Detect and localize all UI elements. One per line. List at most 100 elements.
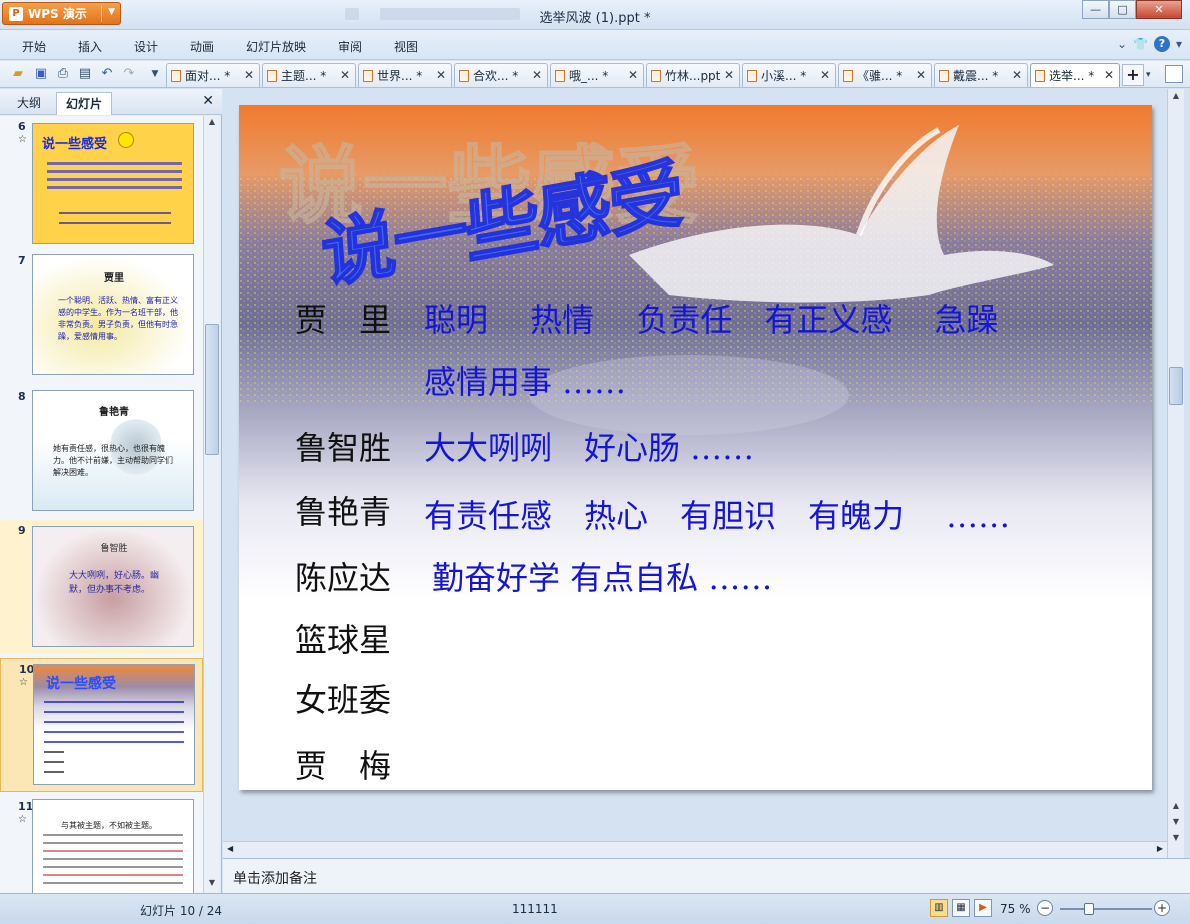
doc-tab[interactable]: 哦_... * ✕ bbox=[550, 63, 644, 87]
undo-icon[interactable]: ↶ bbox=[99, 66, 115, 82]
doc-tab[interactable]: 《骓... * ✕ bbox=[838, 63, 932, 87]
student-name-luzhisheng[interactable]: 鲁智胜 bbox=[295, 423, 391, 469]
student-name-jiali[interactable]: 贾 里 bbox=[295, 295, 391, 341]
normal-view-icon[interactable]: ▥ bbox=[930, 899, 948, 917]
menu-design[interactable]: 设计 bbox=[134, 38, 158, 55]
tab-outline[interactable]: 大纲 bbox=[8, 92, 50, 115]
print-preview-icon[interactable]: ▤ bbox=[77, 66, 93, 82]
ppt-file-icon bbox=[555, 69, 565, 82]
slideshow-play-icon[interactable]: ▶ bbox=[974, 899, 992, 917]
zoom-slider[interactable] bbox=[1060, 908, 1152, 910]
next-slide-icon[interactable]: ▼ bbox=[1168, 833, 1184, 847]
close-tab-icon[interactable]: ✕ bbox=[340, 68, 350, 82]
thumb-title: 说一些感受 bbox=[46, 676, 116, 692]
doc-tab[interactable]: 戴震... * ✕ bbox=[934, 63, 1028, 87]
menu-animation[interactable]: 动画 bbox=[190, 38, 214, 55]
thumbnails-scrollbar[interactable]: ▲ ▼ bbox=[203, 116, 219, 893]
scrollbar-thumb[interactable] bbox=[1169, 367, 1183, 405]
scroll-up-icon[interactable]: ▲ bbox=[1168, 91, 1184, 105]
minimize-button[interactable]: — bbox=[1082, 0, 1109, 19]
student-name-nubanwei[interactable]: 女班委 bbox=[295, 675, 391, 721]
zoom-level[interactable]: 75 % bbox=[1000, 902, 1031, 916]
new-tab-button[interactable]: + bbox=[1122, 64, 1144, 86]
thumb-title: 贾里 bbox=[104, 273, 124, 284]
close-tab-icon[interactable]: ✕ bbox=[628, 68, 638, 82]
close-tab-icon[interactable]: ✕ bbox=[1104, 68, 1114, 82]
tab-slides[interactable]: 幻灯片 bbox=[56, 92, 113, 115]
thumbnail-slide-9[interactable]: 9 鲁智胜 大大咧咧，好心肠。幽默，但办事不考虑。 bbox=[0, 520, 203, 654]
ppt-file-icon bbox=[363, 69, 373, 82]
customize-toolbar-icon[interactable]: ▼ bbox=[147, 66, 163, 82]
student-name-chenyingda[interactable]: 陈应达 bbox=[295, 553, 391, 599]
close-tab-icon[interactable]: ✕ bbox=[244, 68, 254, 82]
student-name-jiamei[interactable]: 贾 梅 bbox=[295, 741, 391, 787]
close-tab-icon[interactable]: ✕ bbox=[436, 68, 446, 82]
open-folder-icon[interactable]: ▰ bbox=[10, 66, 26, 82]
help-icon[interactable]: ? bbox=[1153, 36, 1170, 52]
traits-jiali[interactable]: 聪明 热情 负责任 有正义感 急躁 bbox=[424, 295, 999, 341]
scroll-left-icon[interactable]: ◀ bbox=[227, 844, 233, 853]
scroll-right-icon[interactable]: ▶ bbox=[1157, 844, 1163, 853]
doc-tab[interactable]: 世界... * ✕ bbox=[358, 63, 452, 87]
close-tab-icon[interactable]: ✕ bbox=[820, 68, 830, 82]
doc-tab-active[interactable]: 选举... * ✕ bbox=[1030, 63, 1120, 87]
doc-tab[interactable]: 面对... * ✕ bbox=[166, 63, 260, 87]
traits-luyanqing[interactable]: 有责任感 热心 有胆识 有魄力 …… bbox=[424, 491, 1010, 537]
slide-horizontal-scrollbar[interactable]: ◀ ▶ bbox=[223, 841, 1167, 858]
skin-shirt-icon[interactable]: 👕 bbox=[1133, 37, 1148, 51]
previous-slide-icon[interactable]: ▲ bbox=[1168, 801, 1184, 815]
zoom-in-icon[interactable]: + bbox=[1154, 900, 1170, 916]
scroll-up-icon[interactable]: ▲ bbox=[204, 117, 220, 131]
quick-access-toolbar: ▰ ▣ ⎙ ▤ ↶ ↷ ▼ 面对... * ✕ 主题... * ✕ 世界... * ✕… bbox=[0, 61, 1190, 88]
notes-pane[interactable]: 单击添加备注 bbox=[223, 858, 1190, 893]
close-window-button[interactable]: ✕ bbox=[1136, 0, 1182, 19]
close-tab-icon[interactable]: ✕ bbox=[1012, 68, 1022, 82]
animation-star-icon: ☆ bbox=[18, 814, 27, 825]
menu-bar: 开始 插入 设计 动画 幻灯片放映 审阅 视图 ⌄ 👕 ? ▾ bbox=[0, 30, 1190, 60]
help-dropdown-icon[interactable]: ▾ bbox=[1176, 37, 1182, 51]
menu-insert[interactable]: 插入 bbox=[78, 38, 102, 55]
traits-chenyingda[interactable]: 勤奋好学 有点自私 …… bbox=[432, 553, 772, 599]
slide-vertical-scrollbar[interactable]: ▲ ▲ ▼ ▼ bbox=[1167, 89, 1184, 858]
scrollbar-thumb[interactable] bbox=[205, 324, 219, 455]
ppt-file-icon bbox=[1035, 69, 1045, 82]
thumb-title: 与其被主题，不如被主题。 bbox=[61, 821, 157, 830]
current-slide[interactable]: 说一些感受 说一些感受 贾 里 聪明 热情 负责任 有正义感 急躁 感情用事 …… bbox=[239, 105, 1152, 790]
thumb-body: 她有责任感，很热心，也很有魄力。他不计前嫌，主动帮助同学们解决困难。 bbox=[53, 444, 173, 477]
traits-luzhisheng[interactable]: 大大咧咧 好心肠 …… bbox=[424, 423, 754, 469]
thumbnail-slide-7[interactable]: 7 贾里 一个聪明、活跃、热情、富有正义感的中学生。作为一名班干部，他非常负责。… bbox=[0, 250, 203, 380]
doc-tab[interactable]: 竹林...ppt ✕ bbox=[646, 63, 740, 87]
notes-placeholder[interactable]: 单击添加备注 bbox=[233, 868, 317, 888]
student-name-luyanqing[interactable]: 鲁艳青 bbox=[295, 487, 391, 533]
print-icon[interactable]: ⎙ bbox=[55, 66, 71, 82]
redo-icon[interactable]: ↷ bbox=[121, 66, 137, 82]
scroll-down-icon[interactable]: ▼ bbox=[1168, 817, 1184, 831]
thumbnail-slide-10[interactable]: 10 ☆ 说一些感受 bbox=[0, 658, 203, 792]
close-tab-icon[interactable]: ✕ bbox=[532, 68, 542, 82]
doc-tab[interactable]: 小溪... * ✕ bbox=[742, 63, 836, 87]
menu-home[interactable]: 开始 bbox=[22, 38, 46, 55]
traits-jiali-continued[interactable]: 感情用事 …… bbox=[424, 357, 626, 403]
doc-tab[interactable]: 合欢... * ✕ bbox=[454, 63, 548, 87]
doc-tab[interactable]: 主题... * ✕ bbox=[262, 63, 356, 87]
menu-review[interactable]: 审阅 bbox=[338, 38, 362, 55]
thumbnail-slide-6[interactable]: 6 ☆ 说一些感受 bbox=[0, 116, 203, 244]
close-panel-icon[interactable]: ✕ bbox=[202, 93, 214, 109]
zoom-slider-knob[interactable] bbox=[1084, 903, 1094, 915]
close-tab-icon[interactable]: ✕ bbox=[724, 68, 734, 82]
ppt-file-icon bbox=[171, 69, 181, 82]
slide-sorter-view-icon[interactable]: ▦ bbox=[952, 899, 970, 917]
thumbnail-slide-8[interactable]: 8 鲁艳青 她有责任感，很热心，也很有魄力。他不计前嫌，主动帮助同学们解决困难。 bbox=[0, 386, 203, 516]
zoom-out-icon[interactable]: − bbox=[1037, 900, 1053, 916]
menu-view[interactable]: 视图 bbox=[394, 38, 418, 55]
scroll-down-icon[interactable]: ▼ bbox=[204, 878, 220, 892]
restore-window-icon[interactable] bbox=[1165, 65, 1183, 83]
maximize-button[interactable]: □ bbox=[1109, 0, 1136, 19]
collapse-ribbon-icon[interactable]: ⌄ bbox=[1117, 37, 1127, 51]
close-tab-icon[interactable]: ✕ bbox=[916, 68, 926, 82]
tab-list-dropdown-icon[interactable]: ▾ bbox=[1146, 64, 1158, 86]
student-name-lanqiuxing[interactable]: 篮球星 bbox=[295, 615, 391, 661]
save-icon[interactable]: ▣ bbox=[33, 66, 49, 82]
menu-slideshow[interactable]: 幻灯片放映 bbox=[246, 38, 306, 55]
thumbnail-slide-11[interactable]: 11 ☆ 与其被主题，不如被主题。 bbox=[0, 796, 203, 893]
